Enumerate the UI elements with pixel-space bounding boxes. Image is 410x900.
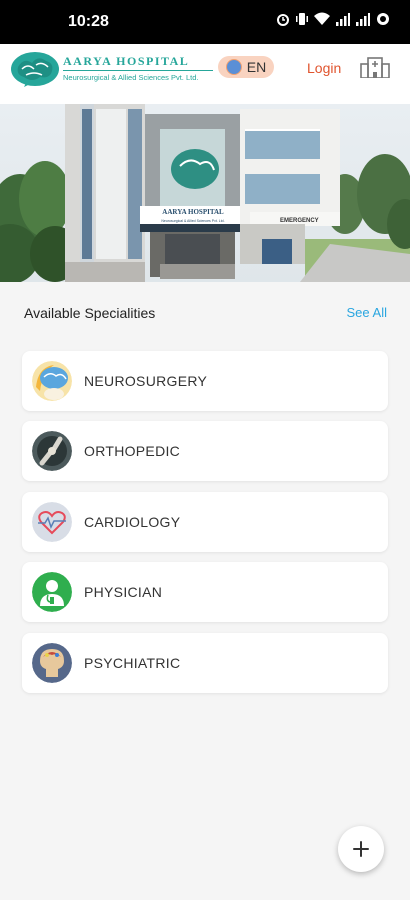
hospital-banner-image: AARYA HOSPITAL Neurosurgical & Allied Sc…	[0, 104, 410, 282]
speciality-card-psychiatric[interactable]: PSYCHIATRIC	[22, 633, 388, 693]
brain-logo-icon	[11, 52, 59, 87]
brand-subtitle: Neurosurgical & Allied Sciences Pvt. Ltd…	[63, 73, 199, 82]
banner-emergency-sign: EMERGENCY	[280, 218, 319, 224]
speciality-card-neurosurgery[interactable]: NEUROSURGERY	[22, 351, 388, 411]
wifi-icon	[314, 12, 330, 25]
speciality-label: ORTHOPEDIC	[84, 443, 181, 459]
signal-icon	[336, 13, 350, 26]
see-all-link[interactable]: See All	[347, 305, 387, 320]
hospital-building-illustration: AARYA HOSPITAL Neurosurgical & Allied Sc…	[0, 104, 410, 282]
brand-name: AARYA HOSPITAL	[63, 54, 190, 68]
flag-icon	[225, 59, 242, 75]
app-header: AARYA HOSPITAL Neurosurgical & Allied Sc…	[0, 44, 410, 104]
status-time: 10:28	[68, 13, 109, 30]
language-selector[interactable]: EN	[218, 56, 274, 78]
bone-joint-icon	[32, 431, 72, 471]
speciality-label: PSYCHIATRIC	[84, 655, 181, 671]
login-link[interactable]: Login	[307, 60, 341, 76]
speciality-card-orthopedic[interactable]: ORTHOPEDIC	[22, 421, 388, 481]
add-button[interactable]	[338, 826, 384, 872]
banner-sign-sub: Neurosurgical & Allied Sciences Pvt. Ltd…	[161, 219, 224, 223]
specialities-title: Available Specialities	[24, 305, 156, 321]
hospital-icon[interactable]	[360, 56, 390, 78]
language-label: EN	[246, 59, 267, 75]
data-saver-icon	[377, 13, 389, 25]
plus-icon	[353, 841, 369, 857]
banner-sign-name: AARYA HOSPITAL	[162, 208, 224, 216]
status-icons	[276, 12, 390, 26]
speciality-card-physician[interactable]: PHYSICIAN	[22, 562, 388, 622]
doctor-icon	[32, 572, 72, 612]
speciality-label: PHYSICIAN	[84, 584, 163, 600]
signal-icon	[356, 13, 370, 26]
brand-divider	[63, 70, 213, 71]
brain-icon	[32, 361, 72, 401]
speciality-card-cardiology[interactable]: CARDIOLOGY	[22, 492, 388, 552]
heart-icon	[32, 502, 72, 542]
status-bar: 10:28	[0, 0, 410, 44]
vibrate-icon	[296, 13, 308, 25]
speciality-label: CARDIOLOGY	[84, 514, 181, 530]
head-icon	[32, 643, 72, 683]
speciality-label: NEUROSURGERY	[84, 373, 208, 389]
alarm-icon	[277, 14, 289, 26]
